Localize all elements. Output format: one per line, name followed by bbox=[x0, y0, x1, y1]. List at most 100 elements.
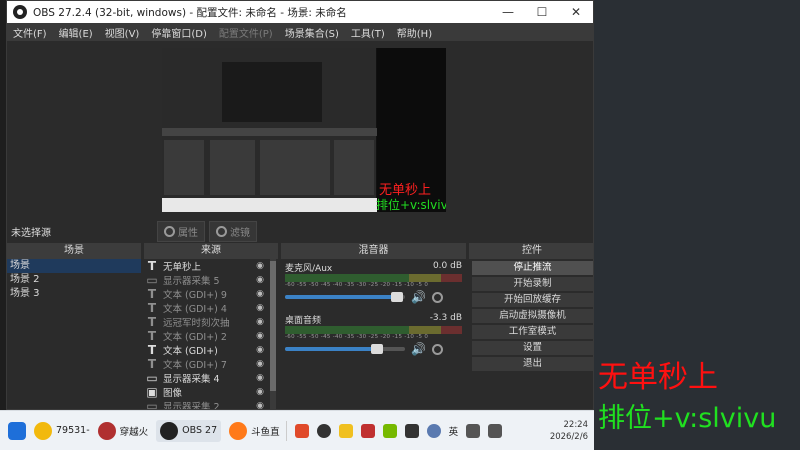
close-button[interactable]: ✕ bbox=[559, 5, 593, 19]
source-item[interactable]: ▭显示器采集 4◉▮ bbox=[144, 371, 278, 385]
network-icon bbox=[466, 423, 481, 438]
gear-icon[interactable] bbox=[431, 291, 443, 303]
tray-icon[interactable] bbox=[488, 423, 503, 438]
sources-list: T无单秒上◉▮▭显示器采集 5◉▮T文本 (GDI+) 9◉▮T文本 (GDI+… bbox=[144, 259, 278, 410]
studio-mode-button[interactable]: 工作室模式 bbox=[472, 325, 593, 339]
stop-streaming-button[interactable]: 停止推流 bbox=[472, 261, 593, 275]
source-item[interactable]: T文本 (GDI+) 4◉▮ bbox=[144, 301, 278, 315]
source-item[interactable]: T文本 (GDI+) 2◉▮ bbox=[144, 329, 278, 343]
start-virtual-camera-button[interactable]: 启动虚拟摄像机 bbox=[472, 309, 593, 323]
eye-icon[interactable]: ◉ bbox=[254, 317, 266, 327]
source-label: 显示器采集 2 bbox=[163, 402, 220, 410]
sources-scrollbar[interactable] bbox=[270, 259, 276, 409]
taskbar-app-label: OBS 27 bbox=[182, 425, 218, 436]
menu-file[interactable]: 文件(F) bbox=[13, 25, 47, 40]
tray-icon[interactable] bbox=[338, 423, 353, 438]
mixer-header: 混音器 bbox=[281, 243, 466, 259]
source-item[interactable]: T远冠军时刻次抽◉▮ bbox=[144, 315, 278, 329]
source-type-icon: T bbox=[147, 343, 157, 357]
source-item[interactable]: T文本 (GDI+)◉▮ bbox=[144, 343, 278, 357]
tray-app-icon bbox=[338, 423, 353, 438]
start-button[interactable] bbox=[8, 421, 26, 440]
maximize-button[interactable]: ☐ bbox=[525, 5, 559, 19]
taskbar-app-label: 斗鱼直 bbox=[251, 426, 280, 438]
speaker-icon bbox=[488, 423, 503, 438]
minimize-button[interactable]: — bbox=[491, 5, 525, 19]
start-replay-buffer-button[interactable]: 开始回放缓存 bbox=[472, 293, 593, 307]
scene-item[interactable]: 场景 bbox=[7, 259, 141, 273]
clock-time: 22:24 bbox=[563, 419, 589, 430]
volume-meter bbox=[285, 274, 462, 282]
eye-icon[interactable]: ◉ bbox=[254, 331, 266, 341]
properties-button[interactable]: 属性 bbox=[157, 220, 205, 242]
source-type-icon: ▭ bbox=[146, 399, 158, 410]
eye-icon[interactable]: ◉ bbox=[254, 261, 266, 271]
clock-date: 2026/2/6 bbox=[549, 431, 588, 442]
taskbar-app[interactable]: 斗鱼直 bbox=[229, 421, 280, 440]
tray-icon[interactable] bbox=[426, 423, 441, 438]
source-label: 文本 (GDI+) bbox=[163, 346, 218, 357]
taskbar-app-obs[interactable]: OBS 27 bbox=[156, 419, 222, 442]
eye-icon[interactable]: ◉ bbox=[254, 345, 266, 355]
game-icon bbox=[97, 421, 116, 440]
source-item[interactable]: T文本 (GDI+) 9◉▮ bbox=[144, 287, 278, 301]
eye-icon[interactable]: ◉ bbox=[254, 289, 266, 299]
scrollbar-thumb[interactable] bbox=[270, 261, 276, 391]
volume-slider[interactable] bbox=[285, 292, 405, 302]
filters-button[interactable]: 滤镜 bbox=[209, 220, 257, 242]
source-item[interactable]: T无单秒上◉▮ bbox=[144, 259, 278, 273]
mixer-dock: 混音器 麦克风/Aux 0.0 dB -60 -55 -50 -45 -40 -… bbox=[281, 243, 466, 409]
taskbar-separator bbox=[285, 420, 287, 441]
scene-item[interactable]: 场景 2 bbox=[7, 273, 141, 287]
menu-tools[interactable]: 工具(T) bbox=[351, 25, 385, 40]
tray-app-icon bbox=[360, 423, 375, 438]
source-item[interactable]: ▣图像◉▮ bbox=[144, 385, 278, 399]
eye-icon[interactable]: ◉ bbox=[254, 373, 266, 383]
exit-button[interactable]: 退出 bbox=[472, 357, 593, 371]
taskbar-app[interactable]: 穿越火 bbox=[97, 421, 148, 440]
tray-app-icon bbox=[404, 423, 419, 438]
tray-app-icon bbox=[294, 423, 309, 438]
ime-indicator[interactable]: 英 bbox=[449, 424, 459, 438]
filter-icon bbox=[216, 225, 227, 237]
menu-view[interactable]: 视图(V) bbox=[105, 25, 140, 40]
track-db: 0.0 dB bbox=[432, 261, 462, 271]
eye-icon[interactable]: ◉ bbox=[254, 401, 266, 409]
tray-icon[interactable] bbox=[382, 423, 397, 438]
scene-item[interactable]: 场景 3 bbox=[7, 287, 141, 301]
eye-icon[interactable]: ◉ bbox=[254, 275, 266, 285]
settings-button[interactable]: 设置 bbox=[472, 341, 593, 355]
tray-icon[interactable] bbox=[466, 423, 481, 438]
tray-icon[interactable] bbox=[404, 423, 419, 438]
gear-icon[interactable] bbox=[431, 343, 443, 355]
tray-icon[interactable] bbox=[316, 423, 331, 438]
speaker-icon[interactable]: 🔊 bbox=[411, 342, 426, 356]
window-title: OBS 27.2.4 (32-bit, windows) - 配置文件: 未命名… bbox=[33, 6, 347, 19]
menu-profile[interactable]: 配置文件(P) bbox=[219, 25, 273, 40]
menu-edit[interactable]: 编辑(E) bbox=[59, 25, 93, 40]
eye-icon[interactable]: ◉ bbox=[254, 359, 266, 369]
source-item[interactable]: T文本 (GDI+) 7◉▮ bbox=[144, 357, 278, 371]
start-recording-button[interactable]: 开始录制 bbox=[472, 277, 593, 291]
controls-dock: 控件 停止推流 开始录制 开始回放缓存 启动虚拟摄像机 工作室模式 设置 退出 bbox=[469, 243, 593, 409]
menu-bar: 文件(F) 编辑(E) 视图(V) 停靠窗口(D) 配置文件(P) 场景集合(S… bbox=[7, 23, 593, 41]
windows-icon bbox=[8, 421, 26, 440]
dock-panels: 场景 场景 场景 2 场景 3 来源 T无单秒上◉▮▭显示器采集 5◉▮T文本 … bbox=[7, 243, 593, 410]
menu-help[interactable]: 帮助(H) bbox=[397, 25, 432, 40]
preview-canvas[interactable]: 无单秒上 排位+v:slvivu bbox=[162, 48, 446, 212]
taskbar-app[interactable]: 79531- bbox=[34, 421, 90, 440]
source-item[interactable]: ▭显示器采集 5◉▮ bbox=[144, 273, 278, 287]
track-name: 麦克风/Aux bbox=[285, 264, 333, 274]
meter-ticks: -60 -55 -50 -45 -40 -35 -30 -25 -20 -15 … bbox=[285, 334, 429, 340]
tray-icon[interactable] bbox=[360, 423, 375, 438]
menu-scene-collection[interactable]: 场景集合(S) bbox=[285, 25, 339, 40]
clock[interactable]: 22:24 2026/2/6 bbox=[550, 419, 588, 443]
speaker-icon[interactable]: 🔊 bbox=[411, 290, 426, 304]
source-label: 文本 (GDI+) 9 bbox=[163, 290, 227, 301]
menu-docks[interactable]: 停靠窗口(D) bbox=[151, 25, 207, 40]
volume-slider[interactable] bbox=[285, 344, 405, 354]
eye-icon[interactable]: ◉ bbox=[254, 387, 266, 397]
source-item[interactable]: ▭显示器采集 2◉▮ bbox=[144, 399, 278, 410]
eye-icon[interactable]: ◉ bbox=[254, 303, 266, 313]
tray-icon[interactable] bbox=[294, 423, 309, 438]
